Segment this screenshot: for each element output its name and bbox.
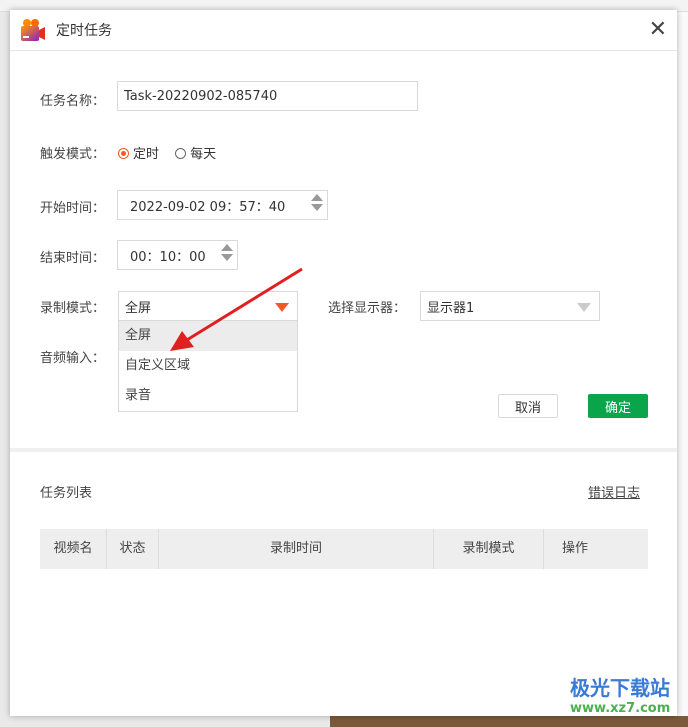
start-time-stepper[interactable] xyxy=(311,194,323,211)
radio-icon-checked xyxy=(118,148,129,159)
dropdown-option-audio[interactable]: 录音 xyxy=(119,381,297,411)
end-time-label: 结束时间： xyxy=(40,251,106,266)
monitor-label: 选择显示器： xyxy=(328,301,407,316)
column-header: 录制模式 xyxy=(434,529,544,569)
dropdown-option-custom-area[interactable]: 自定义区域 xyxy=(119,351,297,381)
up-arrow-icon[interactable] xyxy=(221,244,233,251)
record-mode-value: 全屏 xyxy=(125,300,152,316)
dropdown-arrow-icon[interactable] xyxy=(577,303,591,312)
monitor-select[interactable]: 显示器1 xyxy=(420,291,600,321)
cancel-button[interactable]: 取消 xyxy=(498,394,558,418)
monitor-value: 显示器1 xyxy=(427,300,475,316)
start-time-value: 2022-09-02 09：57：40 xyxy=(130,199,286,215)
up-arrow-icon[interactable] xyxy=(311,194,323,201)
task-table-header: 视频名 状态 录制时间 录制模式 操作 xyxy=(40,529,648,569)
trigger-mode-label: 触发模式： xyxy=(40,147,106,162)
watermark-logo: 极光下载站 www.xz7.com xyxy=(530,672,670,716)
video-camera-icon xyxy=(21,19,45,41)
confirm-button[interactable]: 确定 xyxy=(588,394,648,418)
radio-icon xyxy=(175,148,187,159)
start-time-input[interactable]: 2022-09-02 09：57：40 xyxy=(117,190,328,220)
close-icon[interactable]: ✕ xyxy=(649,19,667,41)
down-arrow-icon[interactable] xyxy=(221,254,233,261)
section-divider xyxy=(10,448,677,452)
column-header: 视频名 xyxy=(40,529,107,569)
trigger-mode-group: 定时 每天 xyxy=(118,143,216,162)
task-list-title: 任务列表 xyxy=(40,486,93,501)
record-mode-label: 录制模式： xyxy=(40,301,106,316)
watermark-name: 极光下载站 xyxy=(570,676,670,700)
background-window-right xyxy=(677,12,688,727)
radio-label: 每天 xyxy=(190,147,217,162)
background-window-bottom xyxy=(330,716,688,727)
dialog-title: 定时任务 xyxy=(56,23,112,39)
audio-input-label: 音频输入： xyxy=(40,351,106,366)
error-log-link[interactable]: 错误日志 xyxy=(588,482,640,501)
end-time-value: 00：10：00 xyxy=(130,249,206,265)
down-arrow-icon[interactable] xyxy=(311,204,323,211)
task-name-label: 任务名称： xyxy=(40,94,106,109)
title-bar: 定时任务 ✕ xyxy=(10,10,677,51)
task-name-input[interactable]: Task-20220902-085740 xyxy=(117,81,418,111)
watermark-url: www.xz7.com xyxy=(570,701,671,716)
column-header: 录制时间 xyxy=(159,529,434,569)
red-arrow-annotation xyxy=(170,267,303,351)
task-name-value: Task-20220902-085740 xyxy=(124,88,278,104)
column-header: 状态 xyxy=(107,529,159,569)
column-header: 操作 xyxy=(562,541,589,556)
radio-daily[interactable]: 每天 xyxy=(175,147,216,162)
scheduled-task-dialog: 定时任务 ✕ 任务名称： Task-20220902-085740 触发模式： … xyxy=(10,10,677,716)
radio-scheduled[interactable]: 定时 xyxy=(118,147,159,162)
end-time-stepper[interactable] xyxy=(221,244,233,261)
radio-label: 定时 xyxy=(133,147,160,162)
start-time-label: 开始时间： xyxy=(40,201,106,216)
